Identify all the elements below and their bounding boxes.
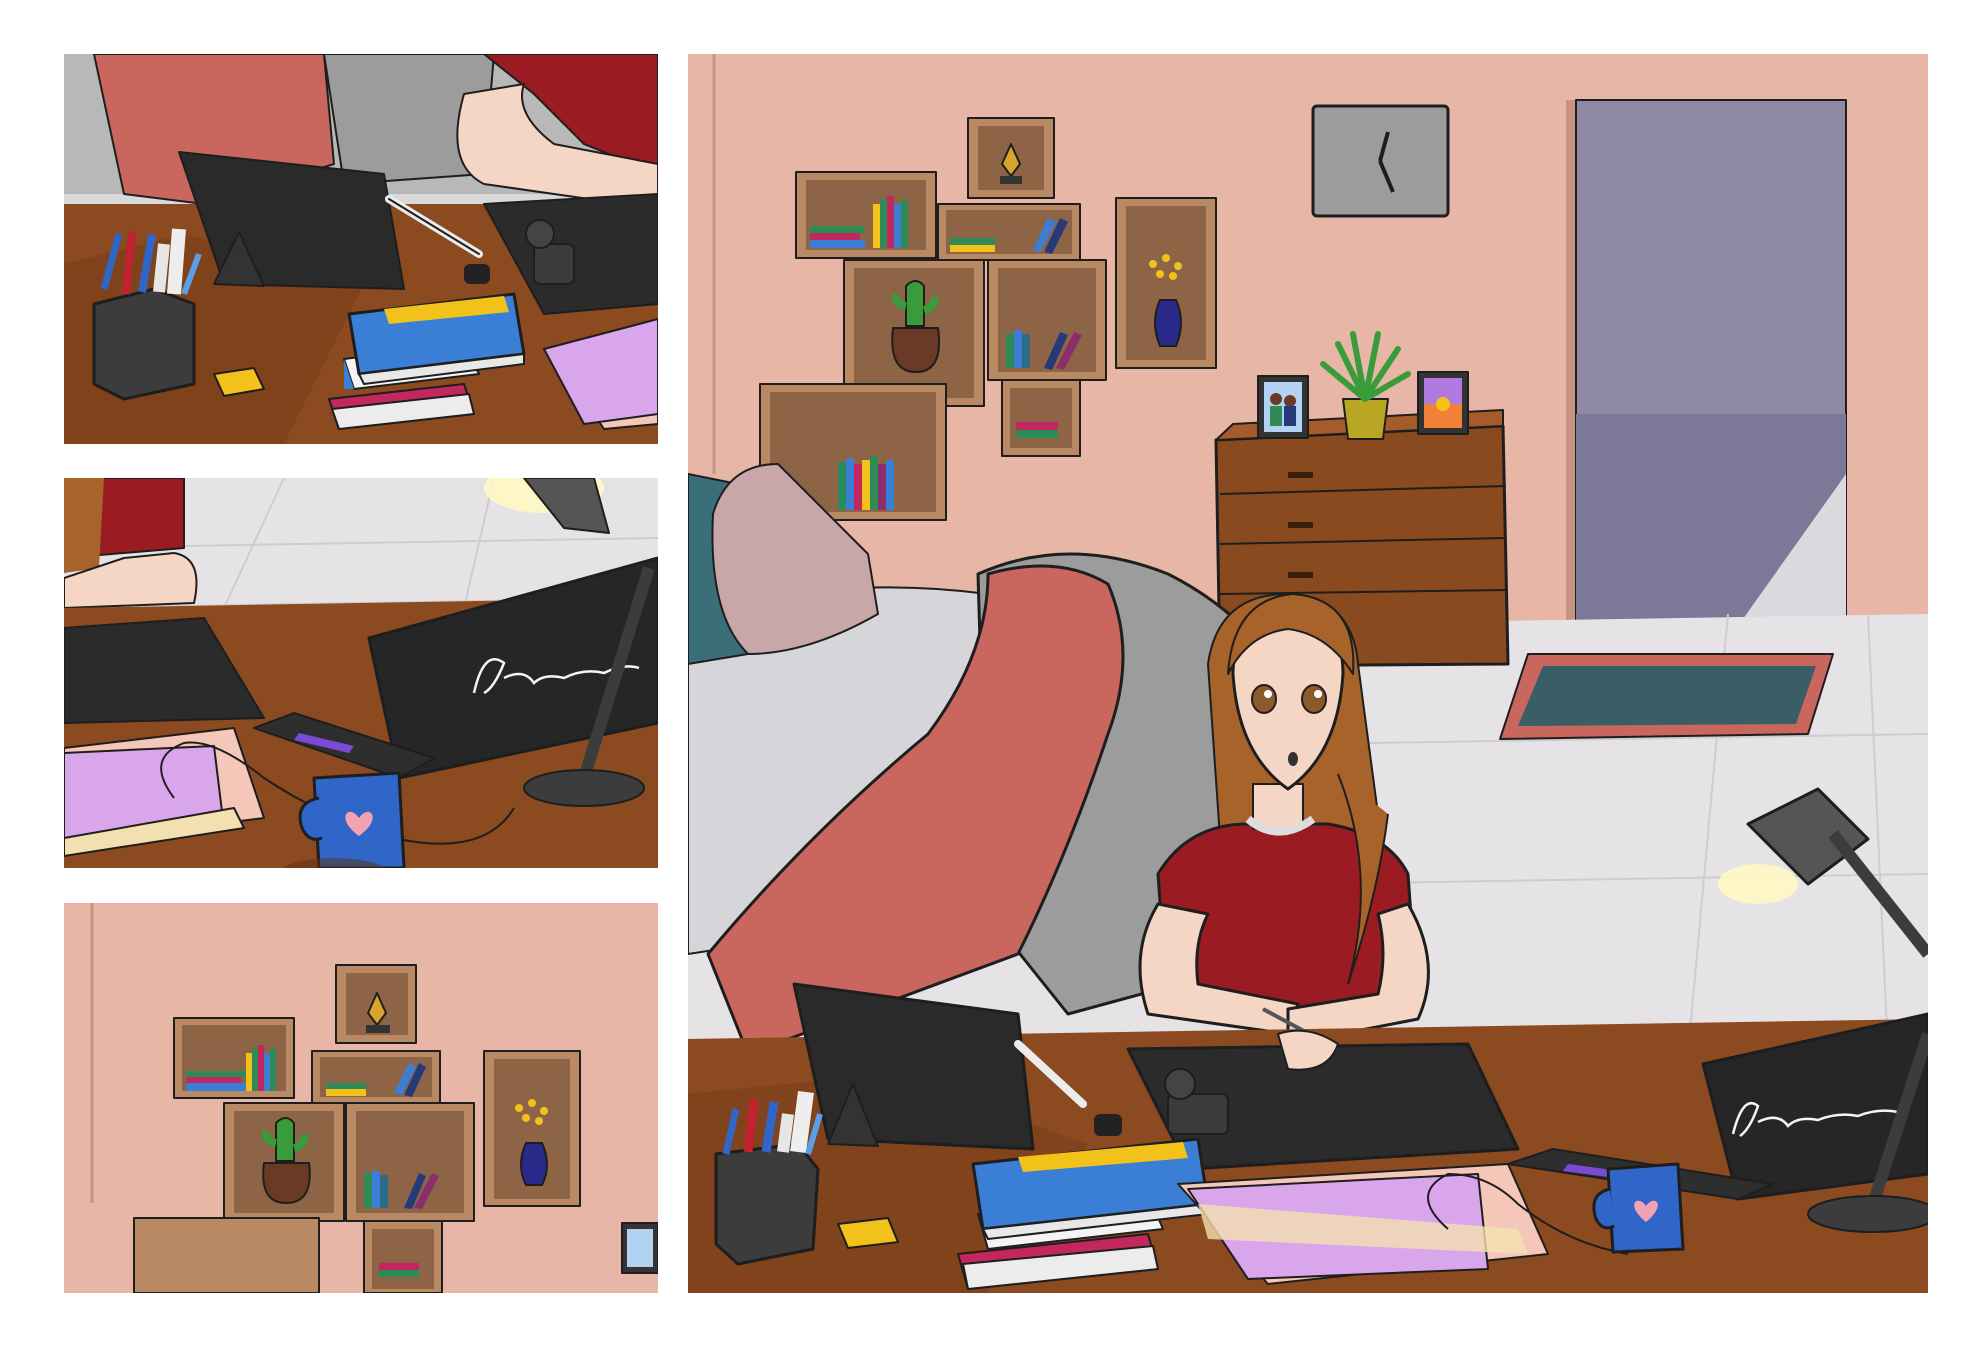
panel-1-illustration: [64, 54, 658, 444]
panel-4-bedroom-scene: [688, 54, 1928, 1293]
clock-icon: [1311, 104, 1450, 218]
panel-1-desk-closeup: [64, 54, 658, 444]
panel-2-illustration: [64, 478, 658, 868]
flower-vase-icon: [520, 1142, 548, 1186]
panel-4-illustration: [688, 54, 1928, 1293]
flower-vase-icon: [1154, 299, 1182, 347]
panel-3-illustration: [64, 903, 658, 1293]
panel-3-shelves-closeup: [64, 903, 658, 1293]
panel-2-laptop-closeup: [64, 478, 658, 868]
